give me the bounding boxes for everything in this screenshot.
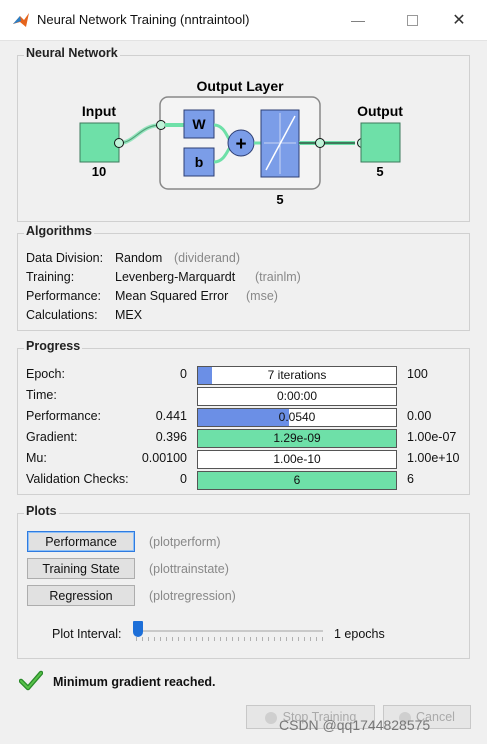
progress-end-value: 1.00e+10 [407, 451, 460, 465]
progress-label: Time: [26, 388, 57, 402]
weight-label: W [192, 116, 206, 132]
progress-bar: 1.00e-10 [197, 450, 397, 469]
network-diagram: Input 10 Output Layer W b + 5 Output 5 [79, 78, 403, 207]
input-box [79, 122, 120, 163]
output-label: Output [357, 103, 403, 119]
progress-end-value: 1.00e-07 [407, 430, 457, 444]
checkmark-icon [19, 670, 43, 691]
progress-label: Validation Checks: [26, 472, 129, 486]
stop-icon [264, 711, 277, 724]
watermark: CSDN @qq1744828575 [279, 717, 431, 733]
progress-bar-text: 1.00e-10 [273, 452, 321, 466]
layer-entry-node [156, 120, 166, 130]
progress-start-value: 0.396 [155, 430, 187, 444]
layer-label: Output Layer [196, 78, 284, 94]
progress-start-value: 0 [180, 472, 187, 486]
slider-ticks [136, 637, 323, 641]
input-node [114, 138, 124, 148]
progress-start-value: 0.00100 [141, 451, 187, 465]
progress-bar-text: 7 iterations [267, 368, 327, 382]
progress-label: Mu: [26, 451, 47, 465]
progress-end-value: 0.00 [407, 409, 432, 423]
progress-end-value: 6 [407, 472, 414, 486]
plot-regression-function: (plotregression) [149, 589, 236, 603]
plot-performance-function: (plotperform) [149, 535, 221, 549]
algorithm-value: MEX [115, 308, 143, 322]
progress-bar-text: 0.0540 [278, 410, 316, 424]
algorithm-function: (mse) [246, 289, 278, 303]
slider-thumb[interactable] [133, 621, 143, 637]
progress-bar: 6 [197, 471, 397, 490]
progress-bar-text: 0:00:00 [276, 389, 318, 403]
progress-bar: 7 iterations [197, 366, 397, 385]
plot-training-state-button[interactable]: Training State [27, 558, 135, 579]
input-connector-highlight [118, 123, 162, 145]
plot-interval-slider[interactable] [133, 620, 323, 642]
progress-label: Epoch: [26, 367, 65, 381]
progress-bar-text: 1.29e-09 [273, 431, 321, 445]
progress-start-value: 0.441 [155, 409, 187, 423]
layer-size: 5 [276, 192, 283, 207]
algorithm-label: Performance: [26, 289, 102, 303]
plot-interval-value: 1 epochs [334, 627, 385, 641]
algorithm-function: (trainlm) [255, 270, 301, 284]
plot-training-state-function: (plottrainstate) [149, 562, 229, 576]
plot-performance-button[interactable]: Performance [27, 531, 135, 552]
input-size: 10 [92, 164, 106, 179]
panel-title-plots: Plots [24, 504, 59, 518]
algorithm-value: Random [115, 251, 163, 265]
progress-label: Performance: [26, 409, 102, 423]
progress-bar: 0:00:00 [197, 387, 397, 406]
progress-bar: 0.0540 [197, 408, 397, 427]
summation-symbol: + [235, 134, 246, 155]
plot-regression-button[interactable]: Regression [27, 585, 135, 606]
layer-exit-node [315, 138, 325, 148]
algorithm-function: (dividerand) [174, 251, 241, 265]
plot-interval-label: Plot Interval: [52, 627, 122, 641]
bias-label: b [195, 154, 204, 170]
panel-title-progress: Progress [24, 339, 83, 353]
algorithm-label: Data Division: [26, 251, 104, 265]
panel-title-algorithms: Algorithms [24, 224, 94, 238]
input-label: Input [82, 103, 117, 119]
progress-bar: 1.29e-09 [197, 429, 397, 448]
algorithm-value: Levenberg-Marquardt [115, 270, 236, 284]
progress-start-value: 0 [180, 367, 187, 381]
output-size: 5 [376, 164, 383, 179]
progress-end-value: 100 [407, 367, 428, 381]
status-message: Minimum gradient reached. [53, 675, 216, 689]
output-box [360, 122, 401, 163]
algorithm-label: Calculations: [26, 308, 98, 322]
progress-label: Gradient: [26, 430, 78, 444]
algorithm-value: Mean Squared Error [115, 289, 229, 303]
algorithm-label: Training: [26, 270, 75, 284]
progress-bar-text: 6 [293, 473, 301, 487]
slider-track [136, 630, 323, 632]
